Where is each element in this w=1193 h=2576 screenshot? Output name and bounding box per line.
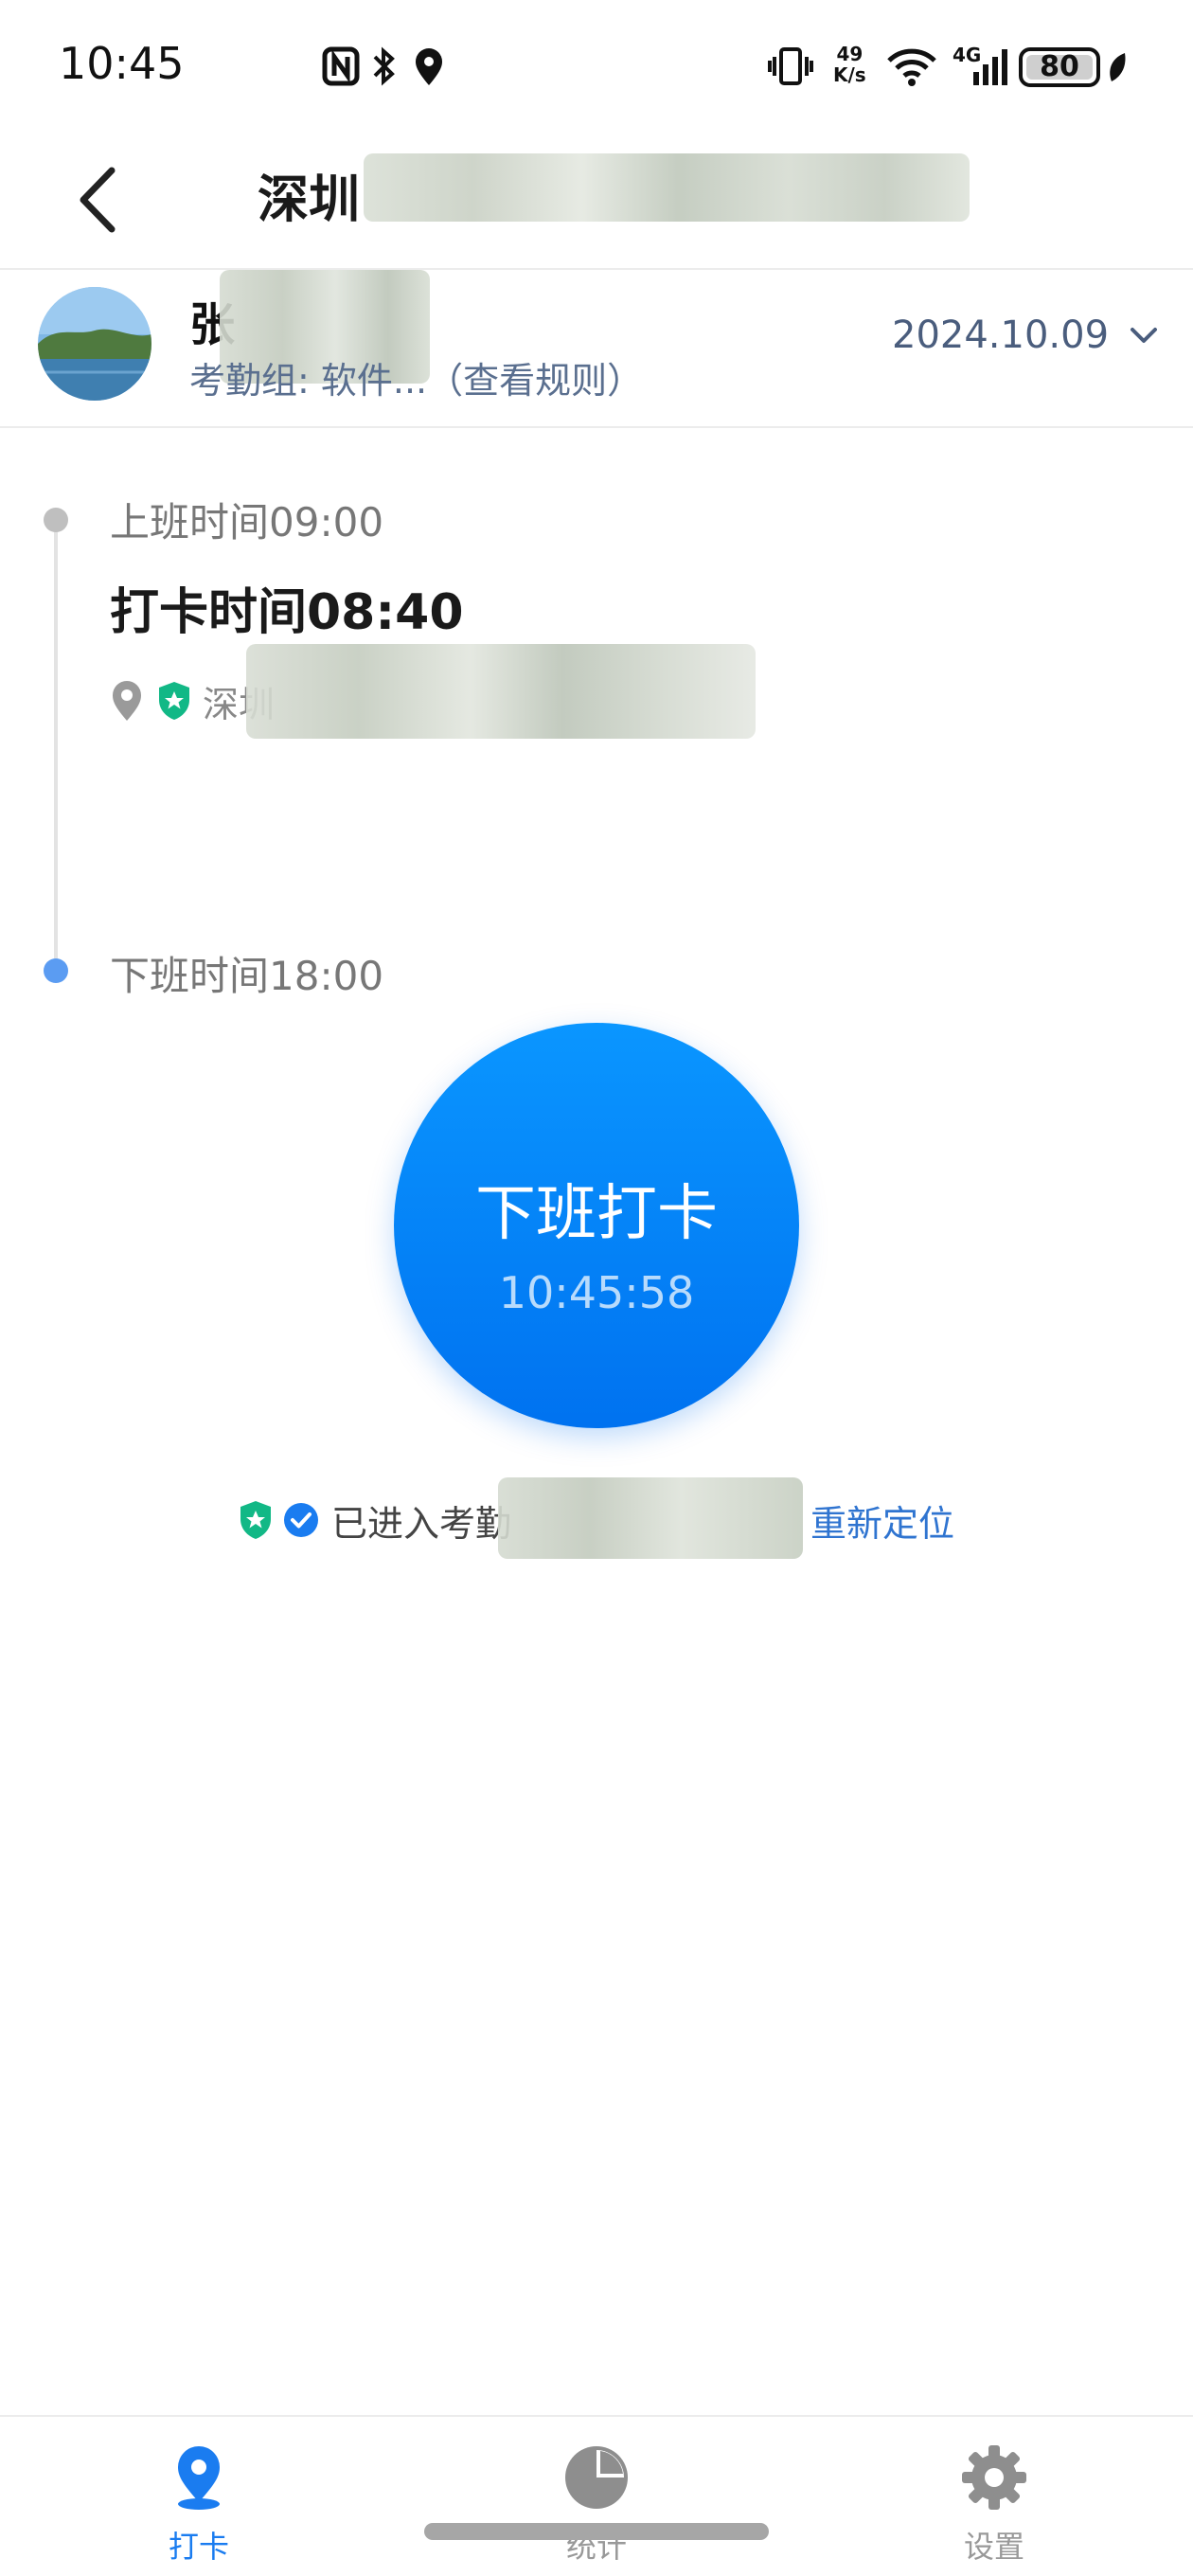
page-title: 深圳 — [258, 170, 360, 229]
attendance-group[interactable]: 考勤组: 软件...（查看规则） — [189, 351, 643, 403]
date-selector[interactable]: 2024.10.09 — [892, 302, 1160, 368]
check-circle-icon — [284, 1503, 318, 1537]
tab-settings[interactable]: 设置 — [890, 2443, 1098, 2576]
status-bar: 10:45 49 K/s 4G 80 — [0, 0, 1193, 133]
signal-icon — [973, 49, 1007, 85]
nfc-icon — [322, 46, 360, 86]
timeline-dot-off — [44, 958, 68, 983]
location-pin-gray-icon — [113, 681, 141, 721]
off-duty-label: 下班时间18:00 — [110, 953, 384, 999]
timeline-dot-on — [44, 508, 68, 532]
battery-level: 80 — [1040, 50, 1079, 83]
app-header: 深圳 — [0, 133, 1193, 270]
relocate-link[interactable]: 重新定位 — [810, 1494, 954, 1547]
net-speed: 49 K/s — [833, 44, 866, 85]
profile-row: 张 考勤组: 软件...（查看规则） 2024.10.09 — [0, 270, 1193, 428]
selected-date: 2024.10.09 — [892, 313, 1110, 357]
shield-check-icon — [159, 682, 189, 720]
gear-icon — [962, 2445, 1026, 2510]
current-time: 10:45:58 — [498, 1267, 695, 1318]
avatar[interactable] — [38, 287, 151, 401]
net-speed-value: 49 — [836, 43, 864, 65]
home-indicator[interactable] — [424, 2523, 769, 2540]
punch-time: 打卡时间08:40 — [110, 584, 464, 641]
bottom-nav: 打卡 统计 设置 — [0, 2415, 1193, 2576]
shield-check-icon — [240, 1501, 271, 1539]
tab-settings-label: 设置 — [963, 2529, 1024, 2565]
location-pin-icon — [178, 2446, 220, 2510]
tab-punch-label: 打卡 — [168, 2529, 229, 2565]
back-button[interactable] — [66, 157, 133, 242]
redacted-location — [246, 644, 756, 739]
location-icon — [416, 48, 442, 85]
pie-chart-icon — [565, 2446, 628, 2509]
wifi-icon — [887, 48, 936, 86]
tab-stats[interactable]: 统计 — [492, 2443, 701, 2576]
status-time: 10:45 — [59, 38, 185, 89]
timeline-line — [54, 521, 58, 975]
clock-out-button[interactable]: 下班打卡 10:45:58 — [394, 1023, 799, 1428]
geofence-text: 已进入考勤 — [331, 1502, 512, 1545]
tab-punch[interactable]: 打卡 — [95, 2443, 303, 2576]
redacted-geofence — [498, 1477, 803, 1559]
vibrate-icon — [768, 47, 813, 85]
chevron-down-icon — [1131, 328, 1158, 343]
battery-icon: 80 — [1019, 47, 1100, 87]
net-speed-unit: K/s — [833, 63, 866, 86]
on-duty-label: 上班时间09:00 — [110, 499, 384, 546]
clock-out-label: 下班打卡 — [475, 1179, 718, 1249]
leaf-icon — [1110, 53, 1126, 81]
bluetooth-icon — [373, 46, 395, 86]
redacted-title — [364, 153, 970, 222]
geofence-status: 已进入考勤 — [237, 1487, 511, 1553]
